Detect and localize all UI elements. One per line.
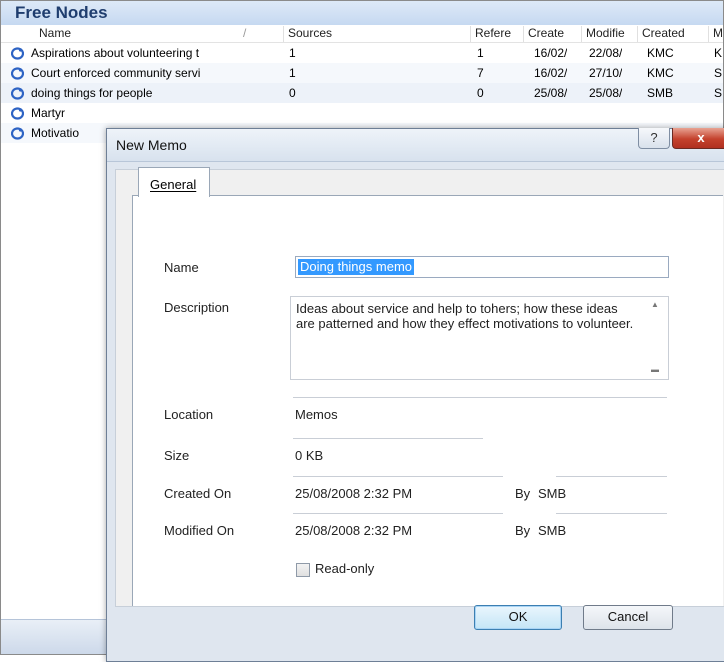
column-divider[interactable] (523, 26, 524, 42)
node-modified: 22/08/ (589, 46, 623, 60)
description-textarea[interactable]: Ideas about service and help to tohers; … (290, 296, 669, 380)
node-icon (11, 67, 24, 80)
node-created-by: KMC (647, 46, 674, 60)
tab-general-label: General (150, 177, 197, 192)
modified-on-label: Modified On (164, 523, 235, 538)
readonly-checkbox[interactable] (296, 563, 310, 577)
tab-general[interactable]: General (138, 167, 210, 197)
location-field-line (293, 397, 667, 398)
column-header-references[interactable]: Refere (475, 26, 511, 40)
node-name: doing things for people (31, 86, 153, 100)
node-references: 1 (477, 46, 484, 60)
help-icon: ? (650, 130, 658, 145)
help-button[interactable]: ? (638, 128, 670, 149)
readonly-label[interactable]: Read-only (315, 561, 374, 576)
node-created-by: SMB (647, 86, 674, 100)
column-divider[interactable] (283, 26, 284, 42)
created-by-value: SMB (538, 486, 567, 501)
size-field-line (293, 438, 483, 439)
node-created: 25/08/ (534, 86, 568, 100)
node-name: Martyr (31, 106, 65, 120)
table-row[interactable]: Martyr (1, 103, 723, 123)
node-modified: 25/08/ (589, 86, 623, 100)
column-divider[interactable] (470, 26, 471, 42)
node-created: 16/02/ (534, 46, 568, 60)
column-header-created-by[interactable]: Created (642, 26, 685, 40)
column-divider[interactable] (581, 26, 582, 42)
close-icon: x (697, 130, 705, 145)
node-created: 16/02/ (534, 66, 568, 80)
column-header-row: Name / Sources Refere Create Modifie Cre… (1, 25, 723, 43)
column-divider[interactable] (637, 26, 638, 42)
node-sources: 0 (289, 86, 296, 100)
node-name: Motivatio (31, 126, 80, 140)
created-on-value: 25/08/2008 2:32 PM (295, 486, 413, 501)
dialog-titlebar[interactable]: New Memo ? x (107, 128, 724, 162)
node-icon (11, 107, 24, 120)
created-on-field-line (293, 476, 503, 477)
node-icon (11, 87, 24, 100)
node-name: Court enforced community servi (31, 66, 201, 80)
column-header-name[interactable]: Name (39, 26, 71, 40)
node-modified: 27/10/ (589, 66, 623, 80)
cancel-button[interactable]: Cancel (583, 605, 673, 630)
table-row[interactable]: Court enforced community servi 1 7 16/02… (1, 63, 723, 83)
node-icon (11, 47, 24, 60)
created-by-field-line (556, 476, 667, 477)
new-memo-dialog: New Memo ? x Name Doing things memo Desc… (106, 128, 724, 662)
sort-indicator-icon: / (243, 26, 247, 40)
description-value: Ideas about service and help to tohers; … (296, 301, 634, 331)
node-sources: 1 (289, 46, 296, 60)
general-tab-panel: Name Doing things memo Description Ideas… (132, 195, 723, 606)
node-name: Aspirations about volunteering t (31, 46, 200, 60)
free-nodes-header: Free Nodes (1, 1, 723, 26)
name-label: Name (164, 260, 199, 275)
table-row[interactable]: doing things for people 0 0 25/08/ 25/08… (1, 83, 723, 103)
node-icon (11, 127, 24, 140)
modified-by-label: By (515, 523, 531, 538)
location-value: Memos (295, 407, 338, 422)
created-on-label: Created On (164, 486, 232, 501)
column-header-created[interactable]: Create (528, 26, 564, 40)
description-label: Description (164, 300, 230, 315)
panel-title: Free Nodes (15, 3, 108, 22)
size-label: Size (164, 448, 190, 463)
table-row[interactable]: Aspirations about volunteering t 1 1 16/… (1, 43, 723, 63)
node-modified-by: S (714, 86, 723, 100)
created-by-label: By (515, 486, 531, 501)
modified-by-field-line (556, 513, 667, 514)
modified-on-value: 25/08/2008 2:32 PM (295, 523, 413, 538)
location-label: Location (164, 407, 214, 422)
scroll-up-icon[interactable]: ▲ (651, 300, 659, 309)
modified-on-field-line (293, 513, 503, 514)
close-button[interactable]: x (672, 128, 724, 149)
node-modified-by: K (714, 46, 723, 60)
column-divider[interactable] (708, 26, 709, 42)
dialog-body: Name Doing things memo Description Ideas… (115, 167, 724, 607)
dialog-title: New Memo (116, 137, 187, 153)
node-references: 0 (477, 86, 484, 100)
column-header-modified[interactable]: Modifie (586, 26, 625, 40)
size-value: 0 KB (295, 448, 324, 463)
name-input-value: Doing things memo (298, 259, 414, 275)
node-sources: 1 (289, 66, 296, 80)
node-modified-by: S (714, 66, 723, 80)
node-references: 7 (477, 66, 484, 80)
column-header-sources[interactable]: Sources (288, 26, 332, 40)
name-input[interactable]: Doing things memo (295, 256, 669, 278)
cancel-button-label: Cancel (607, 609, 649, 624)
modified-by-value: SMB (538, 523, 567, 538)
scroll-down-icon[interactable]: ▬ (651, 365, 659, 374)
ok-button-label: OK (508, 609, 528, 624)
column-header-modified-by[interactable]: M (713, 26, 723, 40)
ok-button[interactable]: OK (474, 605, 562, 630)
node-created-by: KMC (647, 66, 674, 80)
